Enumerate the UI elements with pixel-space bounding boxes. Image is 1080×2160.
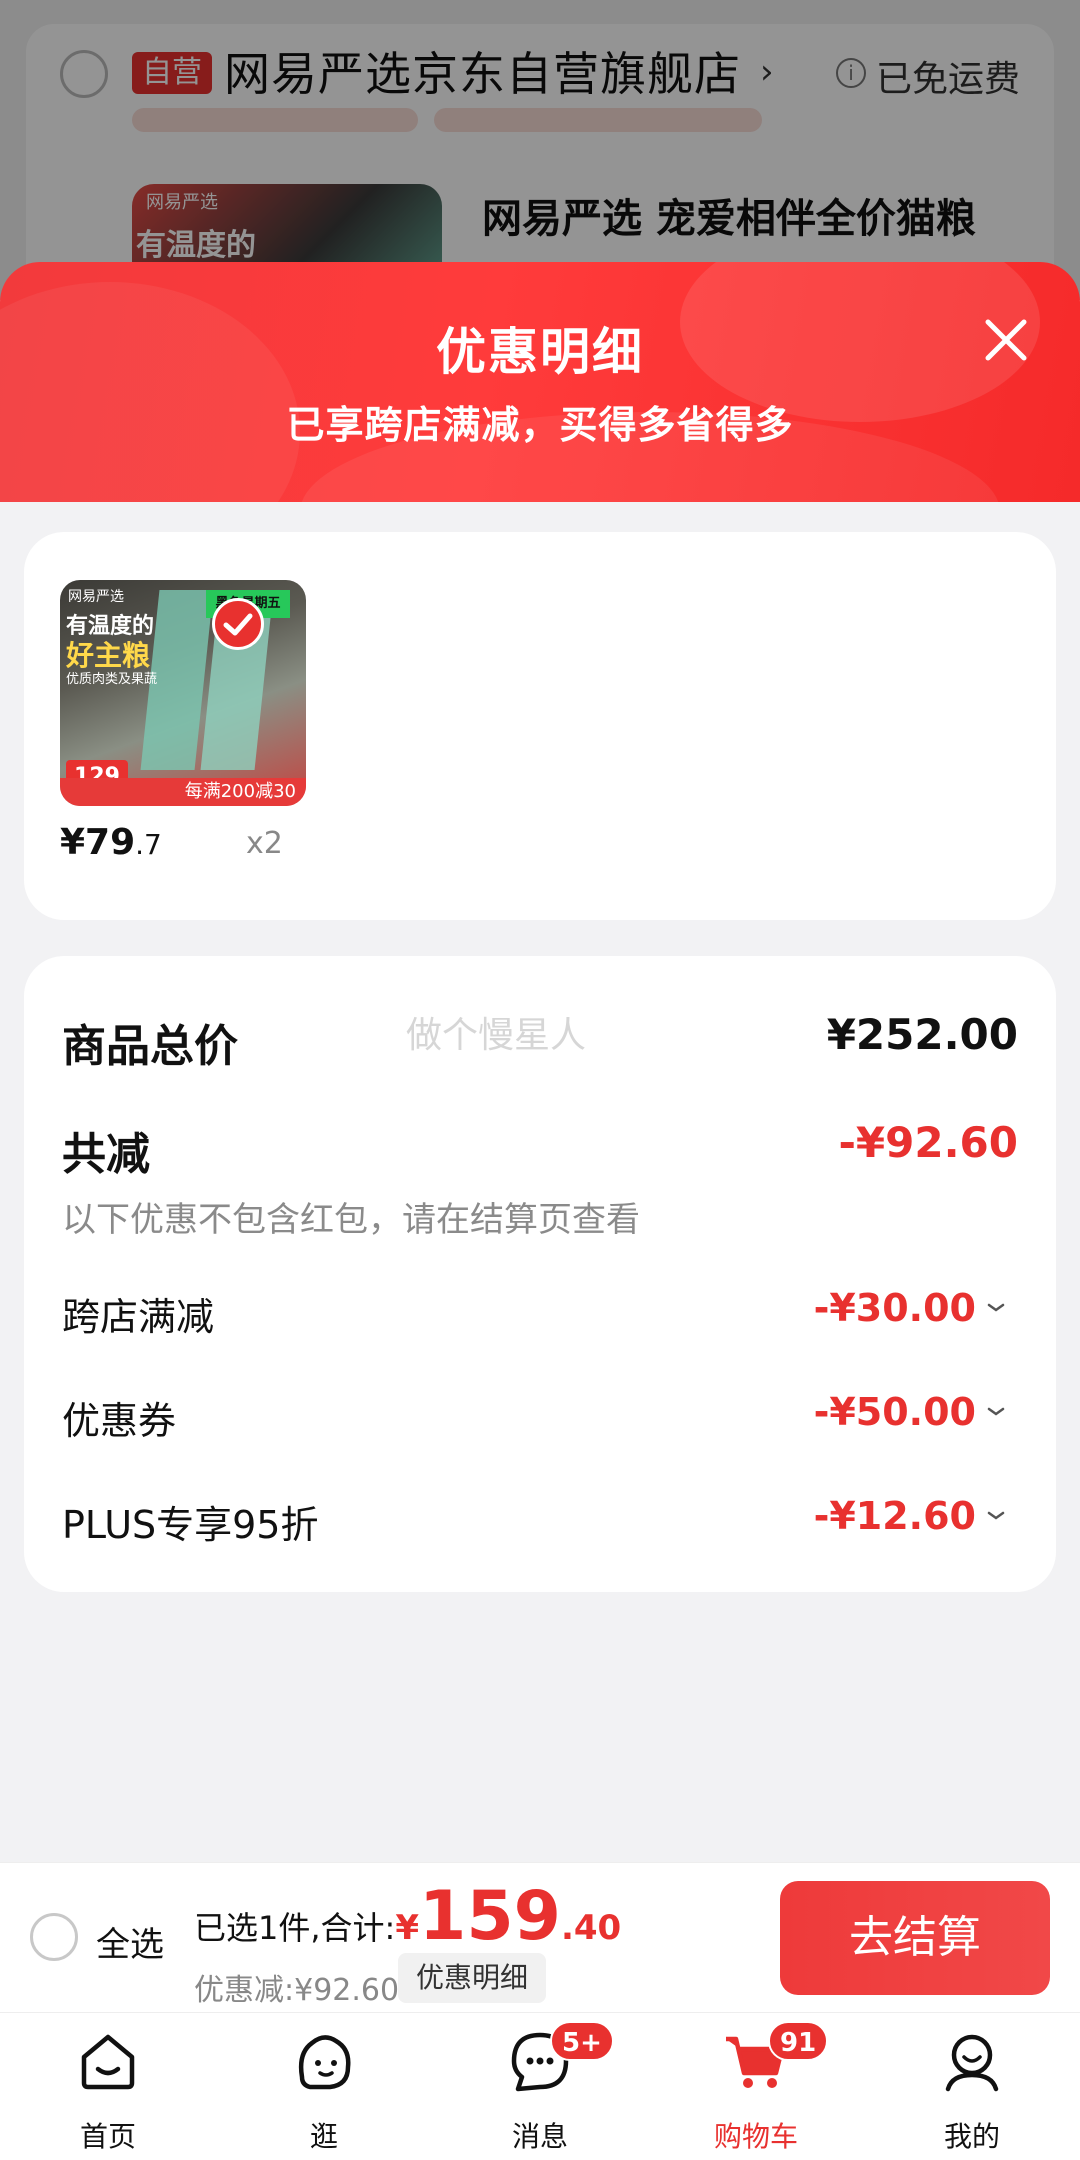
select-all-radio[interactable] (30, 1913, 78, 1961)
product-image-desc: 优质肉类及果蔬 (66, 672, 158, 687)
sheet-title: 优惠明细 (436, 323, 644, 381)
select-all-label[interactable]: 全选 (96, 1917, 164, 1966)
product-image[interactable]: 网易严选 有温度的 好主粮 优质肉类及果蔬 黑色星期五 129 每满200减30 (60, 580, 306, 806)
discount-label: PLUS专享95折 (62, 1503, 319, 1547)
nav-label: 我的 (943, 2120, 1000, 2153)
savings-text: 优惠减:¥92.60 (194, 1973, 400, 2008)
order-summary: 已选1件,合计: ¥ 159 .40 (194, 1883, 621, 1951)
cart-badge: 91 (768, 2021, 829, 2061)
item-quantity: x2 (246, 826, 283, 861)
discount-row-coupon[interactable]: -¥50.00 (814, 1390, 1008, 1434)
nav-label: 购物车 (713, 2120, 798, 2153)
nav-label: 首页 (79, 2120, 136, 2153)
summary-label: 已选1件,合计: (194, 1909, 396, 1947)
selected-check-icon (212, 598, 264, 650)
nav-label: 消息 (511, 2120, 568, 2153)
price-breakdown-card: 商品总价 做个慢星人 ¥252.00 共减 -¥92.60 以下优惠不包含红包，… (24, 956, 1056, 1592)
nav-item-discover[interactable]: 逛 (244, 2021, 404, 2160)
discount-row-cross-store[interactable]: -¥30.00 (814, 1286, 1008, 1330)
profile-icon (945, 2034, 999, 2092)
home-icon (81, 2034, 135, 2090)
background-page: 自营 网易严选京东自营旗舰店 › i 已免运费 网易严选 有温度的 网易严选 宠… (0, 0, 1080, 324)
summary-currency: ¥ (395, 1908, 419, 1948)
sheet-subtitle: 已享跨店满减，买得多省得多 (286, 403, 794, 447)
nav-item-messages[interactable]: 5+ 消息 (460, 2021, 620, 2160)
discover-icon (298, 2035, 351, 2090)
nav-item-profile[interactable]: 我的 (892, 2021, 1052, 2160)
nav-item-cart[interactable]: 91 购物车 (676, 2021, 836, 2160)
total-reduction-label: 共减 (62, 1129, 150, 1180)
messages-badge: 5+ (550, 2021, 614, 2061)
discount-row-plus[interactable]: -¥12.60 (814, 1494, 1008, 1538)
reduction-note: 以下优惠不包含红包，请在结算页查看 (62, 1200, 640, 1240)
chevron-down-icon (987, 1303, 1005, 1312)
discount-detail-button[interactable]: 优惠明细 (398, 1953, 547, 2003)
selected-items-card: 网易严选 有温度的 好主粮 优质肉类及果蔬 黑色星期五 129 每满200减30… (24, 532, 1056, 920)
close-icon (985, 319, 1027, 361)
checkout-button[interactable]: 去结算 (780, 1881, 1050, 1995)
nav-item-home[interactable]: 首页 (28, 2021, 188, 2160)
product-image-promo: 每满200减30 (60, 778, 306, 806)
item-price: ¥79.7 (60, 822, 162, 863)
product-image-brand: 网易严选 (68, 589, 124, 605)
total-price-value: ¥252.00 (826, 1010, 1018, 1059)
watermark: 做个慢星人 (406, 1015, 587, 1056)
nav-label: 逛 (309, 2120, 338, 2153)
modal-overlay[interactable] (0, 0, 1080, 300)
discount-label: 跨店满减 (62, 1295, 215, 1339)
summary-total-decimal: .40 (560, 1908, 622, 1948)
item-price-integer: ¥79 (60, 822, 136, 863)
item-price-decimal: .7 (135, 828, 162, 861)
bottom-nav: 首页 逛 5+ 消息 91 购物车 我的 (0, 2012, 1080, 2160)
check-icon (223, 613, 253, 636)
chevron-down-icon (987, 1407, 1005, 1416)
total-reduction-value: -¥92.60 (838, 1118, 1018, 1167)
discount-label: 优惠券 (62, 1399, 177, 1443)
summary-total-integer: 159 (419, 1877, 561, 1956)
discount-value: -¥12.60 (813, 1494, 976, 1538)
total-price-label: 商品总价 (62, 1021, 238, 1072)
discount-value: -¥30.00 (813, 1286, 976, 1330)
chevron-down-icon (987, 1511, 1005, 1520)
discount-value: -¥50.00 (813, 1390, 976, 1434)
close-button[interactable] (980, 314, 1032, 366)
checkout-bar: 全选 已选1件,合计: ¥ 159 .40 优惠减:¥92.60 优惠明细 去结… (0, 1862, 1080, 2012)
discount-sheet-header: 优惠明细 已享跨店满减，买得多省得多 (0, 262, 1080, 502)
